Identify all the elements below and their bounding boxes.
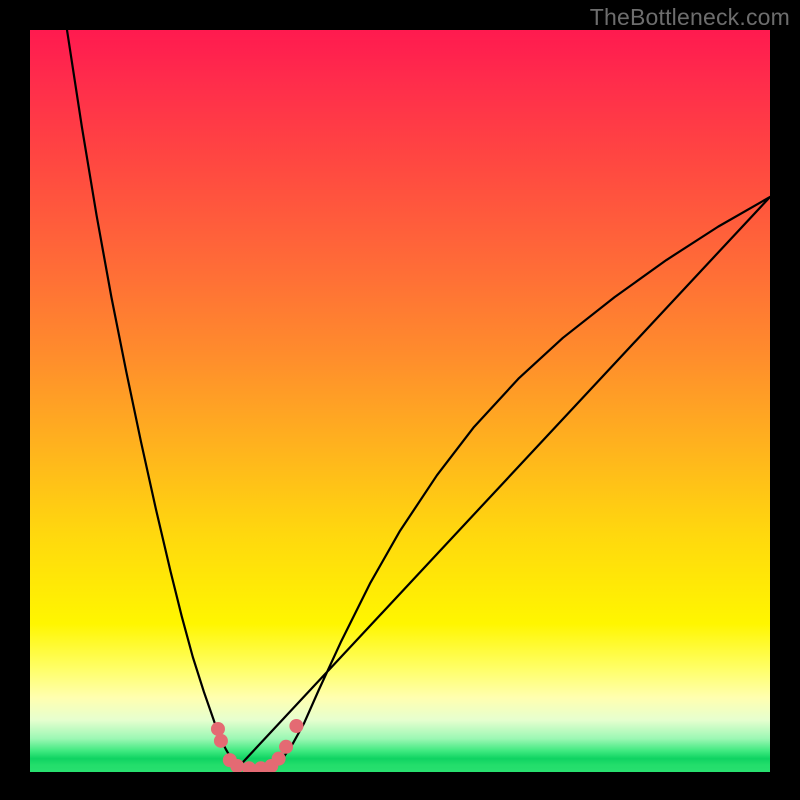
plot-area xyxy=(30,30,770,772)
marker-dot xyxy=(214,734,228,748)
marker-dot xyxy=(272,752,286,766)
chart-frame: TheBottleneck.com xyxy=(0,0,800,800)
bottleneck-curves xyxy=(67,30,770,771)
marker-dot xyxy=(289,719,303,733)
marker-dot xyxy=(211,722,225,736)
marker-dot xyxy=(242,761,256,772)
marker-dot xyxy=(279,740,293,754)
watermark-text: TheBottleneck.com xyxy=(590,4,790,31)
bottleneck-curve-path xyxy=(67,30,770,771)
curve-layer xyxy=(30,30,770,772)
